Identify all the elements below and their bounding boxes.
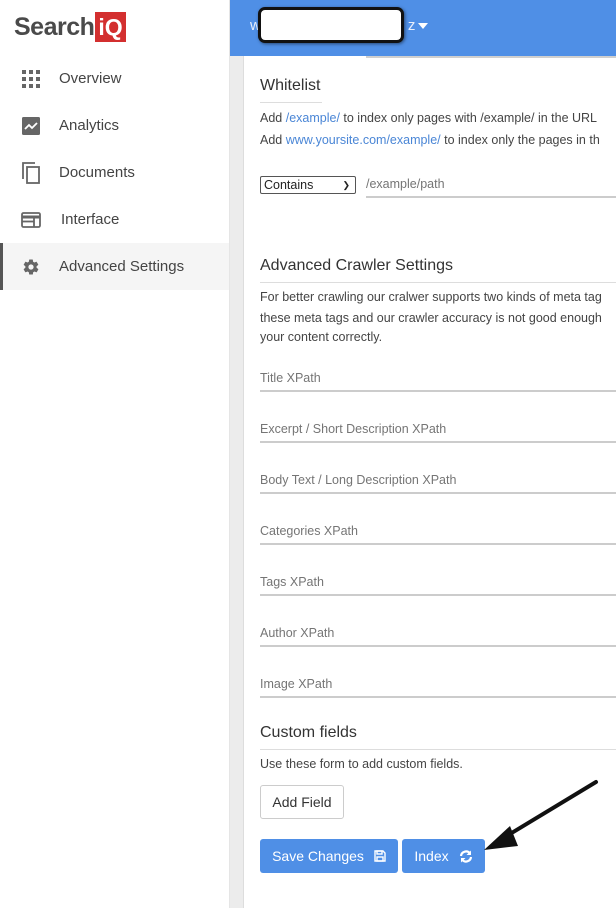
logo-word: Search: [14, 12, 95, 41]
example-path-link[interactable]: /example/: [286, 111, 340, 125]
add-field-button[interactable]: Add Field: [260, 785, 344, 819]
interface-icon: [21, 210, 41, 230]
caret-down-icon: [418, 22, 429, 29]
top-header: w z: [230, 0, 616, 56]
sidebar-nav: Overview Analytics Documents Interface A…: [0, 55, 229, 290]
chart-icon: [21, 116, 41, 136]
whitelist-underline: [260, 102, 322, 103]
author-xpath-input[interactable]: [260, 621, 616, 647]
match-type-select[interactable]: Contains ❯: [260, 176, 356, 194]
example-url-link[interactable]: www.yoursite.com/example/: [286, 133, 441, 147]
excerpt-xpath-input[interactable]: [260, 417, 616, 443]
sidebar-item-label: Documents: [59, 164, 135, 181]
content-gutter: [230, 56, 244, 908]
whitelist-title: Whitelist: [260, 77, 321, 94]
body-text-xpath-input[interactable]: [260, 468, 616, 494]
custom-fields-desc: Use these form to add custom fields.: [260, 757, 463, 771]
annotation-arrow: [484, 780, 598, 850]
crawler-title: Advanced Crawler Settings: [260, 257, 453, 274]
chevron-down-icon: ❯: [342, 179, 350, 190]
categories-xpath-input[interactable]: [260, 519, 616, 545]
sidebar-item-overview[interactable]: Overview: [0, 55, 229, 102]
sidebar-item-label: Overview: [59, 70, 122, 87]
sidebar-item-label: Advanced Settings: [59, 258, 185, 275]
whitelist-help-line-2: Add www.yoursite.com/example/ to index o…: [260, 133, 600, 147]
floppy-disk-icon: [374, 850, 386, 862]
crawler-divider: [260, 282, 616, 283]
crawler-desc-line-3: your content correctly.: [260, 330, 383, 344]
gear-icon: [21, 257, 41, 277]
save-changes-button[interactable]: Save Changes: [260, 839, 398, 873]
custom-fields-title: Custom fields: [260, 724, 357, 741]
grid-icon: [21, 69, 41, 89]
logo-badge: iQ: [95, 12, 126, 42]
sidebar-item-advanced-settings[interactable]: Advanced Settings: [0, 243, 229, 290]
tags-xpath-input[interactable]: [260, 570, 616, 596]
redaction-box: [258, 7, 404, 43]
top-divider: [366, 56, 616, 58]
sidebar-item-documents[interactable]: Documents: [0, 149, 229, 196]
whitelist-path-input[interactable]: [366, 172, 616, 198]
sidebar-item-interface[interactable]: Interface: [0, 196, 229, 243]
whitelist-help-line-1: Add /example/ to index only pages with /…: [260, 111, 598, 125]
crawler-desc-line-1: For better crawling our cralwer supports…: [260, 290, 602, 304]
title-xpath-input[interactable]: [260, 366, 616, 392]
sidebar: Search iQ Overview Analytics Documents I…: [0, 0, 230, 908]
custom-fields-divider: [260, 749, 616, 750]
sidebar-item-label: Analytics: [59, 117, 120, 134]
sidebar-item-label: Interface: [61, 211, 120, 228]
image-xpath-input[interactable]: [260, 672, 616, 698]
documents-icon: [21, 161, 41, 184]
account-name-suffix: z: [407, 17, 416, 34]
searchiq-logo[interactable]: Search iQ: [14, 12, 126, 42]
sidebar-item-analytics[interactable]: Analytics: [0, 102, 229, 149]
